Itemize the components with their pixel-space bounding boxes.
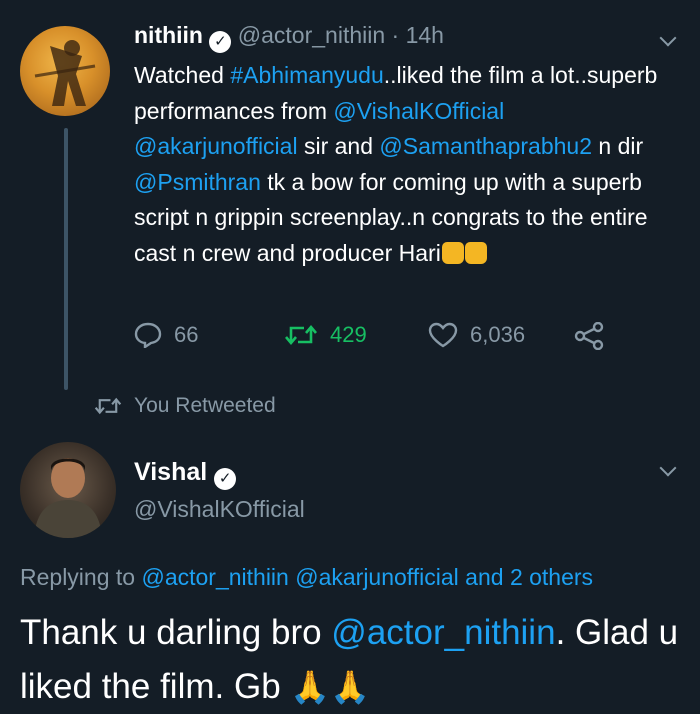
retweet-small-icon (94, 397, 122, 415)
like-count: 6,036 (470, 322, 526, 347)
replying-to: Replying to @actor_nithiin @akarjunoffic… (20, 564, 593, 591)
tweet1-header: nithiin ✓ @actor_nithiin · 14h (134, 22, 444, 53)
share-button[interactable] (574, 322, 616, 350)
display-name[interactable]: Vishal (134, 458, 207, 486)
replying-to-label: Replying to (20, 564, 142, 590)
handle[interactable]: @VishalKOfficial (134, 496, 305, 523)
hashtag-link[interactable]: #Abhimanyudu (230, 62, 383, 88)
text-segment: Thank u darling bro (20, 613, 332, 652)
text-segment: n dir (592, 133, 644, 159)
verified-badge-icon: ✓ (214, 468, 237, 490)
reply-icon (134, 322, 162, 348)
avatar-photo (34, 458, 102, 538)
mention-link[interactable]: @VishalKOfficial (333, 98, 504, 124)
retweet-notice: You Retweeted (94, 394, 276, 418)
mention-link[interactable]: @Psmithran (134, 169, 261, 195)
folded-hands-icon: 🙏 (330, 669, 371, 705)
verified-badge-icon: ✓ (209, 31, 232, 53)
timestamp[interactable]: 14h (406, 22, 444, 48)
mention-link[interactable]: @Samanthaprabhu2 (379, 133, 592, 159)
tweet2-name-row: Vishal ✓ (134, 458, 237, 490)
thread-connector-line (64, 128, 68, 390)
retweet-notice-label: You Retweeted (134, 394, 276, 417)
reply-button[interactable]: 66 (134, 322, 198, 348)
mention-link[interactable]: @akarjunofficial (134, 133, 298, 159)
separator: · (391, 22, 400, 48)
thumbs-up-icon (441, 241, 464, 264)
chevron-down-icon[interactable] (659, 459, 677, 477)
text-segment: sir and (297, 133, 380, 159)
chevron-down-icon[interactable] (659, 29, 677, 47)
retweet-button[interactable]: 429 (284, 322, 367, 348)
like-button[interactable]: 6,036 (428, 322, 525, 348)
tweet1-text: Watched #Abhimanyudu..liked the film a l… (134, 58, 664, 271)
tweet2-text: Thank u darling bro @actor_nithiin. Glad… (20, 606, 680, 714)
share-icon (574, 322, 604, 350)
retweet-icon (285, 324, 317, 346)
retweet-count: 429 (330, 322, 367, 347)
avatar[interactable] (20, 26, 110, 116)
avatar[interactable] (20, 442, 116, 538)
text-segment: Watched (134, 62, 231, 88)
avatar-illustration (34, 40, 96, 106)
mention-link[interactable]: @actor_nithiin (331, 613, 555, 652)
reply-count: 66 (174, 322, 199, 347)
display-name[interactable]: nithiin (134, 22, 203, 48)
heart-icon (428, 322, 458, 348)
thumbs-up-icon (464, 241, 487, 264)
folded-hands-icon: 🙏 (290, 669, 331, 705)
replying-to-links[interactable]: @actor_nithiin @akarjunofficial and 2 ot… (141, 564, 593, 590)
handle[interactable]: @actor_nithiin (238, 22, 385, 48)
